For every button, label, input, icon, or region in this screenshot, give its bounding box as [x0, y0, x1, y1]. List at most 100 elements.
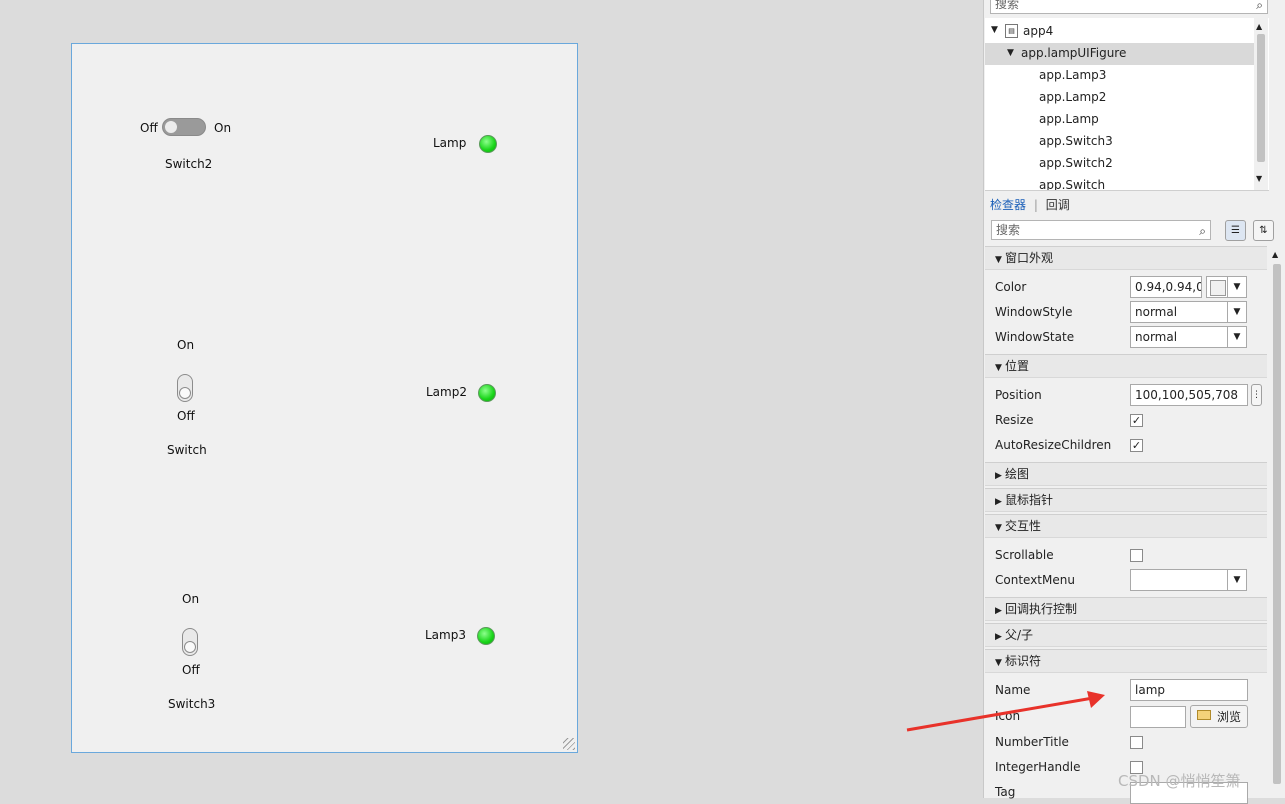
windowstyle-dropdown[interactable]: normal ▼	[1130, 301, 1247, 323]
tree-scrollbar-thumb[interactable]	[1257, 34, 1265, 162]
expand-arrow-icon[interactable]: ▼	[991, 25, 998, 35]
prop-label-windowstyle: WindowStyle	[995, 305, 1073, 319]
switch2-off-label: Off	[140, 121, 158, 135]
more-options-icon[interactable]: ⋮	[1251, 384, 1262, 406]
component-tree: ▼ ▤ app4 ▼ app.lampUIFigure app.Lamp3 ap…	[985, 18, 1269, 191]
contextmenu-dropdown[interactable]: ▼	[1130, 569, 1247, 591]
search-icon[interactable]: ⌕	[1256, 0, 1263, 14]
right-panel: 搜索 ⌕ ▼ ▤ app4 ▼ app.lampUIFigure app.Lam…	[983, 0, 1285, 804]
resize-grip-icon[interactable]	[563, 738, 575, 750]
section-position[interactable]: ▼ 位置	[985, 354, 1267, 378]
lamp-indicator[interactable]	[479, 135, 497, 153]
switch-toggle[interactable]	[177, 374, 193, 402]
resize-checkbox[interactable]: ✓	[1130, 414, 1143, 427]
position-value-field[interactable]: 100,100,505,708	[1130, 384, 1248, 406]
switch-name-label: Switch	[167, 443, 207, 457]
scroll-up-icon[interactable]: ▲	[1272, 250, 1278, 259]
browse-button[interactable]: 浏览	[1190, 705, 1248, 728]
expand-arrow-icon: ▶	[995, 632, 1002, 642]
section-title: 窗口外观	[1005, 251, 1054, 265]
section-interactivity[interactable]: ▼ 交互性	[985, 514, 1267, 538]
section-mouse-pointer[interactable]: ▶ 鼠标指针	[985, 488, 1267, 512]
switch2-knob[interactable]	[164, 120, 178, 134]
switch3-knob[interactable]	[184, 641, 196, 653]
prop-label-position: Position	[995, 388, 1042, 402]
scroll-down-icon[interactable]: ▼	[1256, 174, 1262, 183]
windowstyle-value: normal	[1135, 305, 1178, 319]
section-callback-control[interactable]: ▶ 回调执行控制	[985, 597, 1267, 621]
browse-button-label: 浏览	[1217, 710, 1242, 724]
component-browser-search-placeholder: 搜索	[995, 0, 1020, 11]
section-title: 标识符	[1005, 654, 1042, 668]
tab-callbacks[interactable]: 回调	[1046, 198, 1070, 212]
collapse-arrow-icon: ▼	[995, 658, 1002, 668]
prop-label-scrollable: Scrollable	[995, 548, 1054, 562]
chevron-down-icon[interactable]: ▼	[1227, 570, 1246, 590]
folder-icon	[1197, 710, 1211, 720]
expand-arrow-icon: ▶	[995, 471, 1002, 481]
switch2-on-label: On	[214, 121, 232, 135]
ui-figure-canvas[interactable]: Off On Switch2 Lamp On Off Switch Lamp2 …	[71, 43, 578, 753]
scroll-up-icon[interactable]: ▲	[1256, 22, 1262, 31]
group-view-icon[interactable]: ☰	[1225, 220, 1246, 241]
watermark: CSDN @悄悄笙箫	[1118, 772, 1241, 790]
section-identifiers[interactable]: ▼ 标识符	[985, 649, 1267, 673]
lamp3-label: Lamp3	[425, 628, 466, 642]
inspector-search[interactable]: 搜索 ⌕	[991, 220, 1211, 240]
lamp-label: Lamp	[433, 136, 467, 150]
switch-on-label: On	[177, 338, 195, 352]
tree-node-child[interactable]: app.Lamp2	[1039, 90, 1106, 104]
tab-inspector[interactable]: 检查器	[990, 198, 1026, 212]
inspector-search-placeholder: 搜索	[996, 223, 1021, 237]
section-title: 鼠标指针	[1005, 493, 1054, 507]
section-plotting[interactable]: ▶ 绘图	[985, 462, 1267, 486]
switch2-slider[interactable]	[162, 118, 206, 136]
expand-arrow-icon: ▶	[995, 497, 1002, 507]
switch3-toggle[interactable]	[182, 628, 198, 656]
tree-node-child[interactable]: app.Switch2	[1039, 156, 1113, 170]
color-value-field[interactable]: 0.94,0.94,0	[1130, 276, 1202, 298]
inspector-scrollbar[interactable]: ▲	[1270, 246, 1284, 798]
switch-knob[interactable]	[179, 387, 191, 399]
tree-scrollbar[interactable]: ▲ ▼	[1254, 18, 1268, 190]
expand-arrow-icon: ▶	[995, 606, 1002, 616]
lamp2-indicator[interactable]	[478, 384, 496, 402]
tree-node-child[interactable]: app.Lamp3	[1039, 68, 1106, 82]
section-title: 回调执行控制	[1005, 602, 1078, 616]
prop-label-numbertitle: NumberTitle	[995, 735, 1069, 749]
chevron-down-icon[interactable]: ▼	[1227, 277, 1246, 297]
switch-off-label: Off	[177, 409, 195, 423]
prop-label-color: Color	[995, 280, 1027, 294]
section-parent-child[interactable]: ▶ 父/子	[985, 623, 1267, 647]
icon-value-field[interactable]	[1130, 706, 1186, 728]
prop-label-autoresizechildren: AutoResizeChildren	[995, 438, 1112, 452]
inspector-scrollbar-thumb[interactable]	[1273, 264, 1281, 784]
lamp3-indicator[interactable]	[477, 627, 495, 645]
tree-node-root[interactable]: app4	[1023, 24, 1053, 38]
tree-node-child[interactable]: app.Switch	[1039, 178, 1105, 190]
switch3-off-label: Off	[182, 663, 200, 677]
chevron-down-icon[interactable]: ▼	[1227, 327, 1246, 347]
component-browser-search[interactable]: 搜索 ⌕	[990, 0, 1268, 14]
switch2-name-label: Switch2	[165, 157, 213, 171]
autoresizechildren-checkbox[interactable]: ✓	[1130, 439, 1143, 452]
chevron-down-icon[interactable]: ▼	[1227, 302, 1246, 322]
windowstate-value: normal	[1135, 330, 1178, 344]
annotation-arrow-head	[1087, 691, 1105, 708]
tree-node-child[interactable]: app.Lamp	[1039, 112, 1099, 126]
windowstate-dropdown[interactable]: normal ▼	[1130, 326, 1247, 348]
search-icon[interactable]: ⌕	[1199, 222, 1206, 240]
numbertitle-checkbox[interactable]	[1130, 736, 1143, 749]
tree-node-selected[interactable]: app.lampUIFigure	[1021, 46, 1126, 60]
sort-az-icon[interactable]: ⇅	[1253, 220, 1274, 241]
scrollable-checkbox[interactable]	[1130, 549, 1143, 562]
section-title: 位置	[1005, 359, 1030, 373]
expand-arrow-icon[interactable]: ▼	[1007, 48, 1014, 58]
collapse-arrow-icon: ▼	[995, 363, 1002, 373]
name-value-field[interactable]: lamp	[1130, 679, 1248, 701]
section-window-appearance[interactable]: ▼ 窗口外观	[985, 246, 1267, 270]
inspector-tabs: 检查器 | 回调	[990, 196, 1070, 213]
color-picker-dropdown[interactable]: ▼	[1206, 276, 1247, 298]
tab-divider: |	[1033, 198, 1038, 212]
tree-node-child[interactable]: app.Switch3	[1039, 134, 1113, 148]
